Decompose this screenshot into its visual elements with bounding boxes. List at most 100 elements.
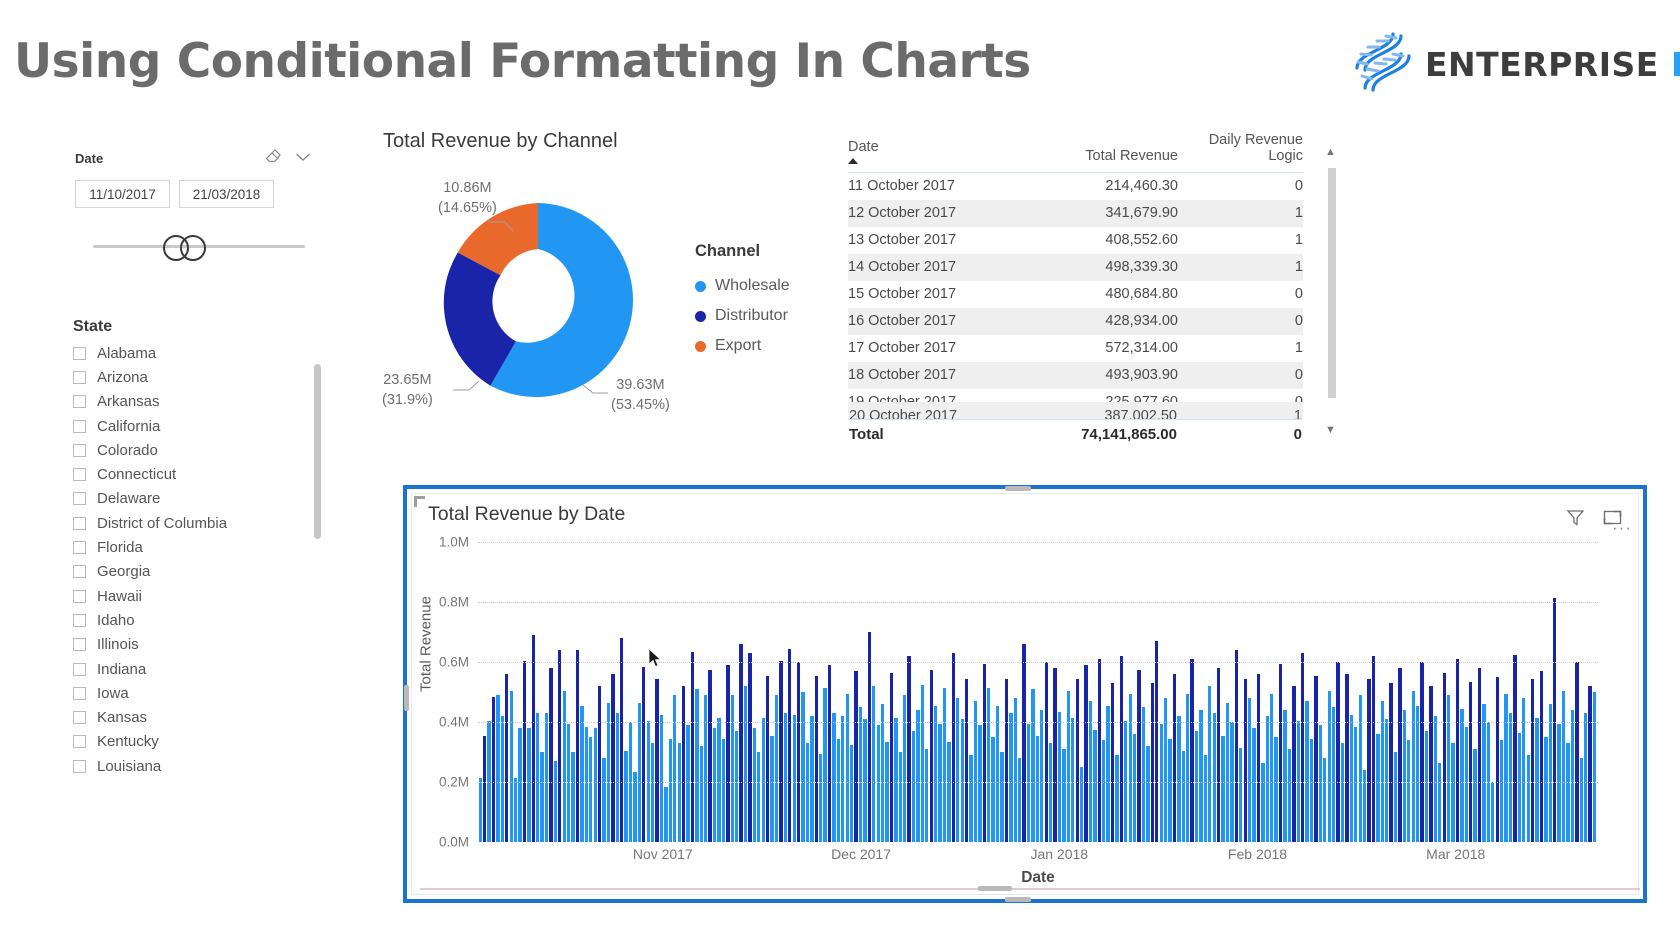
bar[interactable] (1571, 710, 1574, 842)
state-list-item[interactable]: Arizona (73, 365, 335, 389)
state-list-item[interactable]: Illinois (73, 633, 335, 657)
table-scrollbar-thumb[interactable] (1328, 168, 1336, 398)
column-header-total-revenue[interactable]: Total Revenue (1028, 132, 1178, 173)
legend-item[interactable]: Export (695, 331, 790, 361)
bar[interactable] (558, 650, 561, 842)
bar[interactable] (686, 725, 689, 842)
state-list-item[interactable]: Idaho (73, 608, 335, 632)
bar[interactable] (1084, 665, 1087, 842)
state-list-item[interactable]: District of Columbia (73, 511, 335, 535)
filter-icon[interactable] (1566, 508, 1585, 532)
bar[interactable] (664, 787, 667, 843)
bar[interactable] (1443, 673, 1446, 843)
bar[interactable] (832, 713, 835, 842)
bar[interactable] (691, 652, 694, 843)
bar[interactable] (1018, 758, 1021, 842)
bar[interactable] (996, 706, 999, 843)
bar[interactable] (1111, 683, 1114, 842)
bar[interactable] (496, 695, 499, 842)
bar[interactable] (1389, 683, 1392, 842)
bar[interactable] (916, 710, 919, 842)
bar[interactable] (1465, 727, 1468, 843)
date-range-slider[interactable] (75, 230, 303, 264)
table-scrollbar[interactable]: ▲ ▼ (1324, 146, 1338, 436)
bar[interactable] (1045, 662, 1048, 842)
bar[interactable] (1217, 668, 1220, 842)
bar[interactable] (793, 715, 796, 843)
state-list-item[interactable]: Florida (73, 535, 335, 559)
bar[interactable] (704, 695, 707, 842)
bar[interactable] (815, 676, 818, 843)
bar[interactable] (1363, 770, 1366, 842)
bar[interactable] (1155, 641, 1158, 842)
bar[interactable] (1235, 650, 1238, 842)
bar[interactable] (1580, 758, 1583, 842)
table-row[interactable]: 15 October 2017480,684.800 (848, 281, 1303, 308)
bar[interactable] (983, 664, 986, 843)
bar[interactable] (602, 758, 605, 842)
bar[interactable] (1151, 683, 1154, 842)
bar[interactable] (1005, 679, 1008, 843)
bar[interactable] (616, 713, 619, 842)
bar[interactable] (1420, 662, 1423, 842)
bar[interactable] (1367, 679, 1370, 843)
bar[interactable] (1208, 686, 1211, 842)
date-start-input[interactable]: 11/10/2017 (75, 180, 170, 208)
bar[interactable] (527, 728, 530, 842)
bar[interactable] (744, 686, 747, 842)
bar[interactable] (1584, 713, 1587, 842)
bar[interactable] (1067, 691, 1070, 843)
bar[interactable] (1566, 743, 1569, 842)
bar[interactable] (1407, 740, 1410, 842)
bar[interactable] (1482, 704, 1485, 842)
bar[interactable] (978, 725, 981, 842)
bar[interactable] (872, 686, 875, 842)
bar[interactable] (611, 674, 614, 842)
bar[interactable] (580, 706, 583, 843)
bar[interactable] (700, 746, 703, 842)
bar[interactable] (1173, 674, 1176, 842)
bar[interactable] (1438, 763, 1441, 843)
resize-handle-bottom[interactable] (1005, 897, 1031, 902)
bar[interactable] (1168, 739, 1171, 843)
bar[interactable] (753, 728, 756, 842)
bar[interactable] (1164, 698, 1167, 842)
state-list-item[interactable]: Connecticut (73, 462, 335, 486)
bar[interactable] (642, 667, 645, 843)
bar[interactable] (1332, 707, 1335, 842)
state-list-item[interactable]: California (73, 414, 335, 438)
bar[interactable] (708, 670, 711, 843)
bar[interactable] (1257, 674, 1260, 842)
bar[interactable] (1115, 755, 1118, 842)
state-list-item[interactable]: Alabama (73, 341, 335, 365)
state-list-item[interactable]: Indiana (73, 657, 335, 681)
donut-chart-visual[interactable]: Total Revenue by Channel 10.86M (14.65%)… (383, 130, 833, 430)
bar[interactable] (554, 761, 557, 842)
state-list-item[interactable]: Delaware (73, 487, 335, 511)
bar[interactable] (810, 716, 813, 842)
bar[interactable] (669, 739, 672, 843)
bar[interactable] (1274, 737, 1277, 842)
state-checkbox[interactable] (73, 735, 86, 748)
bar[interactable] (651, 743, 654, 842)
slider-handle-end[interactable] (180, 235, 206, 261)
bar[interactable] (1120, 656, 1123, 842)
bar[interactable] (1451, 743, 1454, 842)
state-checkbox[interactable] (73, 468, 86, 481)
revenue-table-visual[interactable]: Date Total Revenue Daily Revenue Logic 1… (848, 132, 1348, 444)
bar[interactable] (1518, 733, 1521, 843)
visual-horizontal-scrollbar[interactable] (420, 887, 1640, 892)
bar-series[interactable] (478, 542, 1598, 842)
bar[interactable] (1009, 713, 1012, 842)
bar[interactable] (1266, 716, 1269, 842)
bar-chart-plot-area[interactable]: 0.0M0.2M0.4M0.6M0.8M1.0M (478, 542, 1598, 842)
bar[interactable] (571, 752, 574, 842)
bar[interactable] (757, 752, 760, 842)
bar[interactable] (881, 704, 884, 842)
bar[interactable] (563, 691, 566, 843)
bar[interactable] (1221, 736, 1224, 843)
bar[interactable] (1319, 725, 1322, 842)
state-list-item[interactable]: Colorado (73, 438, 335, 462)
bar[interactable] (1190, 659, 1193, 842)
bar[interactable] (952, 653, 955, 842)
